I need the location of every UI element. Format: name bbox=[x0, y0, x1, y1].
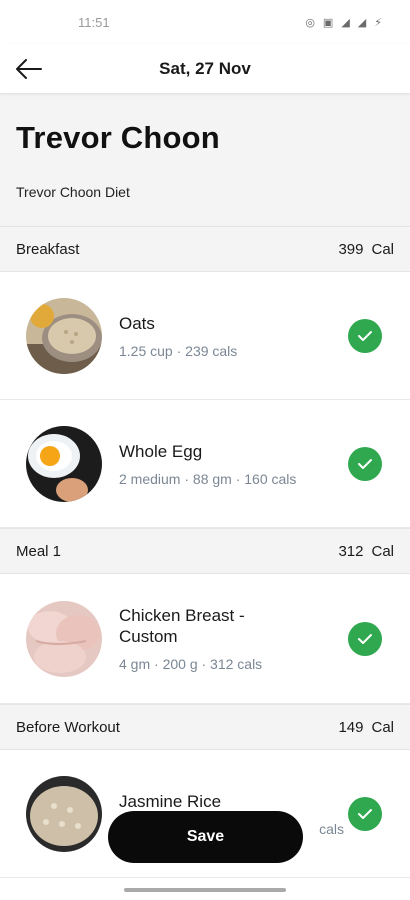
section-title: Meal 1 bbox=[16, 542, 62, 560]
battery-charging-icon: ⚡ bbox=[374, 16, 382, 29]
status-time: 11:51 bbox=[78, 14, 110, 30]
rice-image bbox=[26, 775, 102, 852]
section-calories: 312 Cal bbox=[338, 542, 394, 560]
food-item-oats[interactable]: Oats 1.25 cup · 239 cals bbox=[0, 272, 410, 400]
consumed-check-button[interactable] bbox=[348, 318, 382, 353]
home-indicator[interactable] bbox=[124, 888, 286, 892]
food-name: Jasmine Rice bbox=[119, 791, 222, 811]
consumed-check-button[interactable] bbox=[348, 796, 382, 831]
food-name: Oats bbox=[119, 313, 155, 333]
section-title: Breakfast bbox=[16, 240, 80, 258]
consumed-check-button[interactable] bbox=[348, 621, 382, 656]
food-item-whole-egg[interactable]: Whole Egg 2 medium · 88 gm · 160 cals bbox=[0, 400, 410, 528]
food-meta: 1.25 cup · 239 cals bbox=[119, 342, 238, 359]
food-info: Chicken Breast - Custom 4 gm · 200 g · 3… bbox=[119, 605, 348, 672]
save-button[interactable]: Save bbox=[108, 811, 303, 863]
hotspot-icon: ◎ bbox=[305, 16, 315, 29]
food-item-chicken-breast[interactable]: Chicken Breast - Custom 4 gm · 200 g · 3… bbox=[0, 574, 410, 704]
section-header-meal-1: Meal 1 312 Cal bbox=[0, 528, 410, 574]
section-header-before-workout: Before Workout 149 Cal bbox=[0, 704, 410, 750]
page-title: Sat, 27 Nov bbox=[159, 58, 251, 78]
food-info: Oats 1.25 cup · 239 cals bbox=[119, 313, 348, 359]
back-arrow-icon bbox=[16, 59, 42, 79]
food-info: Whole Egg 2 medium · 88 gm · 160 cals bbox=[119, 441, 348, 487]
signal2-icon: ◢ bbox=[357, 16, 367, 29]
check-icon bbox=[358, 458, 372, 469]
section-calories: 149 Cal bbox=[338, 718, 394, 736]
back-button[interactable] bbox=[10, 52, 48, 86]
diet-name: Trevor Choon Diet bbox=[16, 184, 130, 200]
check-icon bbox=[358, 633, 372, 644]
app-bar: Sat, 27 Nov bbox=[0, 44, 410, 94]
food-meta: 4 gm · 200 g · 312 cals bbox=[119, 656, 263, 672]
section-title: Before Workout bbox=[16, 718, 120, 736]
status-icons: ◎ ▣ ◢ ◢ ⚡ bbox=[305, 16, 382, 29]
section-header-breakfast: Breakfast 399 Cal bbox=[0, 226, 410, 272]
signal-icon: ◢ bbox=[341, 16, 350, 29]
check-icon bbox=[358, 808, 372, 819]
consumed-check-button[interactable] bbox=[348, 446, 382, 481]
check-icon bbox=[358, 330, 372, 341]
volte-icon: ▣ bbox=[322, 16, 334, 29]
client-name: Trevor Choon bbox=[16, 120, 220, 155]
food-name: Chicken Breast - Custom bbox=[119, 606, 245, 646]
oats-image bbox=[26, 297, 102, 374]
section-calories: 399 Cal bbox=[338, 240, 394, 258]
egg-image bbox=[26, 425, 102, 502]
food-meta: 2 medium · 88 gm · 160 cals bbox=[119, 470, 297, 487]
chicken-image bbox=[26, 600, 102, 677]
status-bar: 11:51 ◎ ▣ ◢ ◢ ⚡ bbox=[0, 0, 410, 44]
food-name: Whole Egg bbox=[119, 441, 203, 461]
